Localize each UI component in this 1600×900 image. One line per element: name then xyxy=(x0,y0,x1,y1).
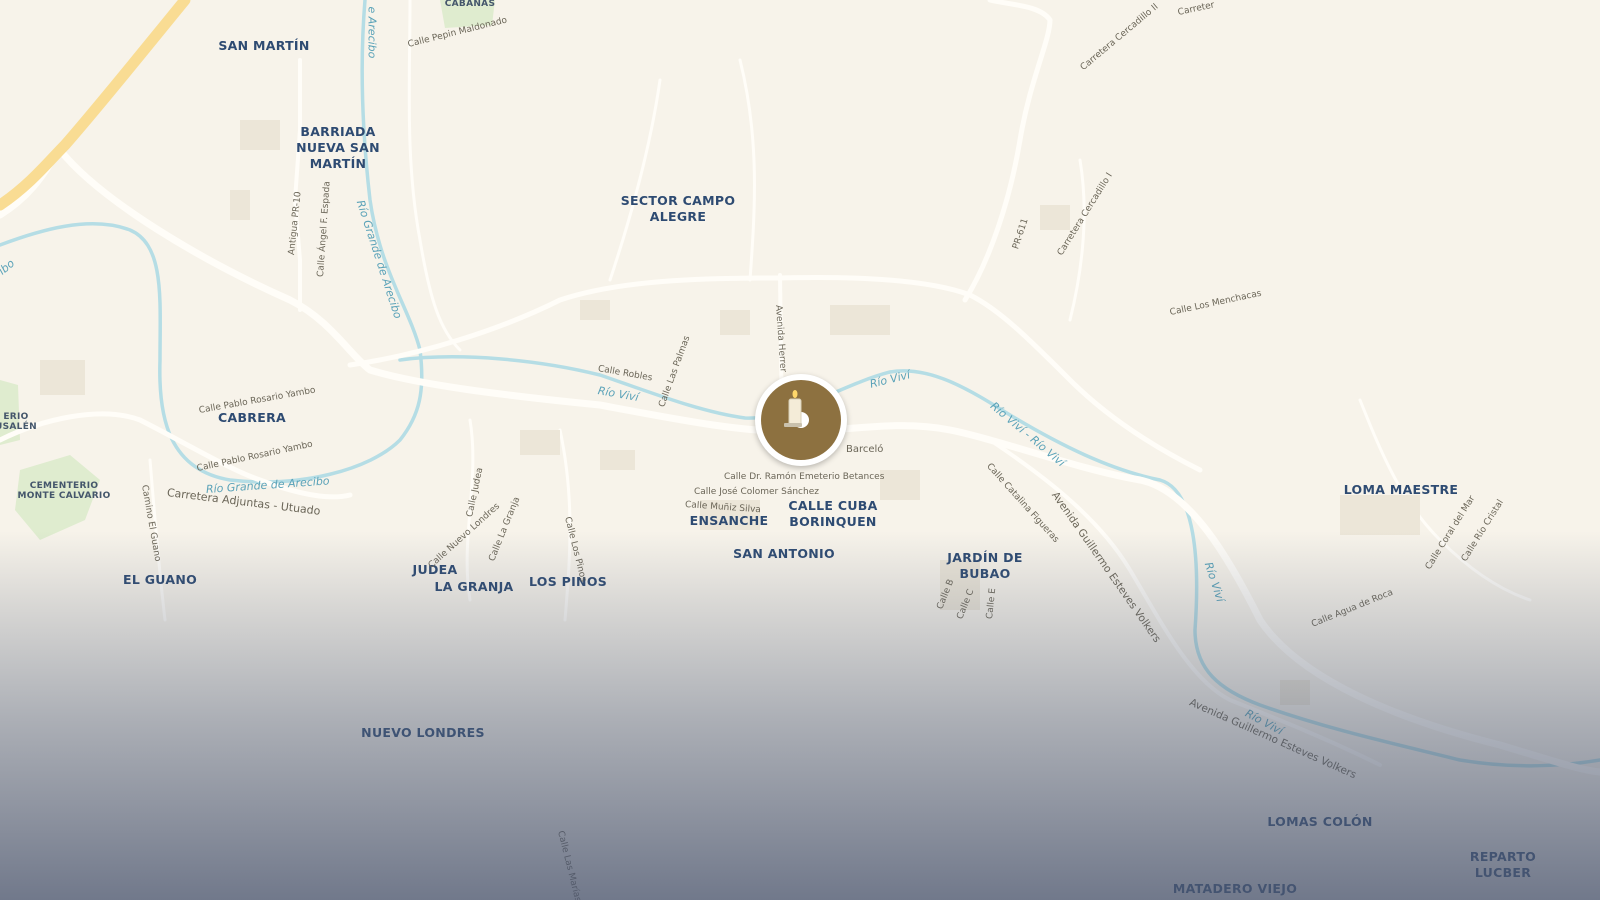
poi-label-cementerio-monte-calvario: CEMENTERIO MONTE CALVARIO xyxy=(17,481,111,501)
street-label: Barceló xyxy=(846,444,884,455)
map-canvas[interactable]: SAN MARTÍN BARRIADA NUEVA SAN MARTÍN SEC… xyxy=(0,0,1600,900)
minor-road-3 xyxy=(738,58,756,282)
street-label: Calle Dr. Ramón Emeterio Betances xyxy=(724,472,885,482)
neighborhood-label-cabrera: CABRERA xyxy=(218,410,286,425)
neighborhood-label-matadero-viejo: MATADERO VIEJO xyxy=(1172,881,1298,896)
neighborhood-label-calle-cuba-borinquen: CALLE CUBA BORINQUEN xyxy=(788,498,878,529)
neighborhood-label-la-granja: LA GRANJA xyxy=(434,579,514,594)
neighborhood-label-reparto-lucber: REPARTO LUCBER xyxy=(1469,849,1537,880)
antigua-pr10-road xyxy=(293,58,302,312)
river-label: e Arecibo xyxy=(365,6,379,59)
poi-label-cabanas: CABANAS xyxy=(444,0,496,9)
avenida-guillermo-road xyxy=(988,438,1382,767)
neighborhood-label-nuevo-londres: NUEVO LONDRES xyxy=(361,725,485,740)
minor-road-2 xyxy=(608,78,662,282)
highway-pr10 xyxy=(0,0,191,211)
neighborhood-label-sector-campo-alegre: SECTOR CAMPO ALEGRE xyxy=(620,193,736,224)
neighborhood-label-ensanche: ENSANCHE xyxy=(689,513,769,528)
neighborhood-label-loma-maestre: LOMA MAESTRE xyxy=(1343,482,1459,497)
location-marker[interactable] xyxy=(755,374,847,466)
poi-label-cementerio-jerusalen: ERIO USALÉN xyxy=(0,412,37,432)
neighborhood-label-jardin-de-bubao: JARDÍN DE BUBAO xyxy=(947,550,1023,581)
neighborhood-label-lomas-colon: LOMAS COLÓN xyxy=(1267,814,1373,829)
pr-611-road xyxy=(962,0,1053,303)
marker-badge xyxy=(761,380,841,460)
street-label: Calle José Colomer Sánchez xyxy=(694,487,819,497)
neighborhood-label-barriada-nueva-san-martin: BARRIADA NUEVA SAN MARTÍN xyxy=(296,124,380,171)
neighborhood-label-san-antonio: SAN ANTONIO xyxy=(733,546,835,561)
minor-road-1 xyxy=(407,0,462,352)
neighborhood-label-los-pinos: LOS PINOS xyxy=(528,574,608,589)
neighborhood-label-el-guano: EL GUANO xyxy=(122,572,198,587)
neighborhood-label-san-martin: SAN MARTÍN xyxy=(218,38,310,53)
